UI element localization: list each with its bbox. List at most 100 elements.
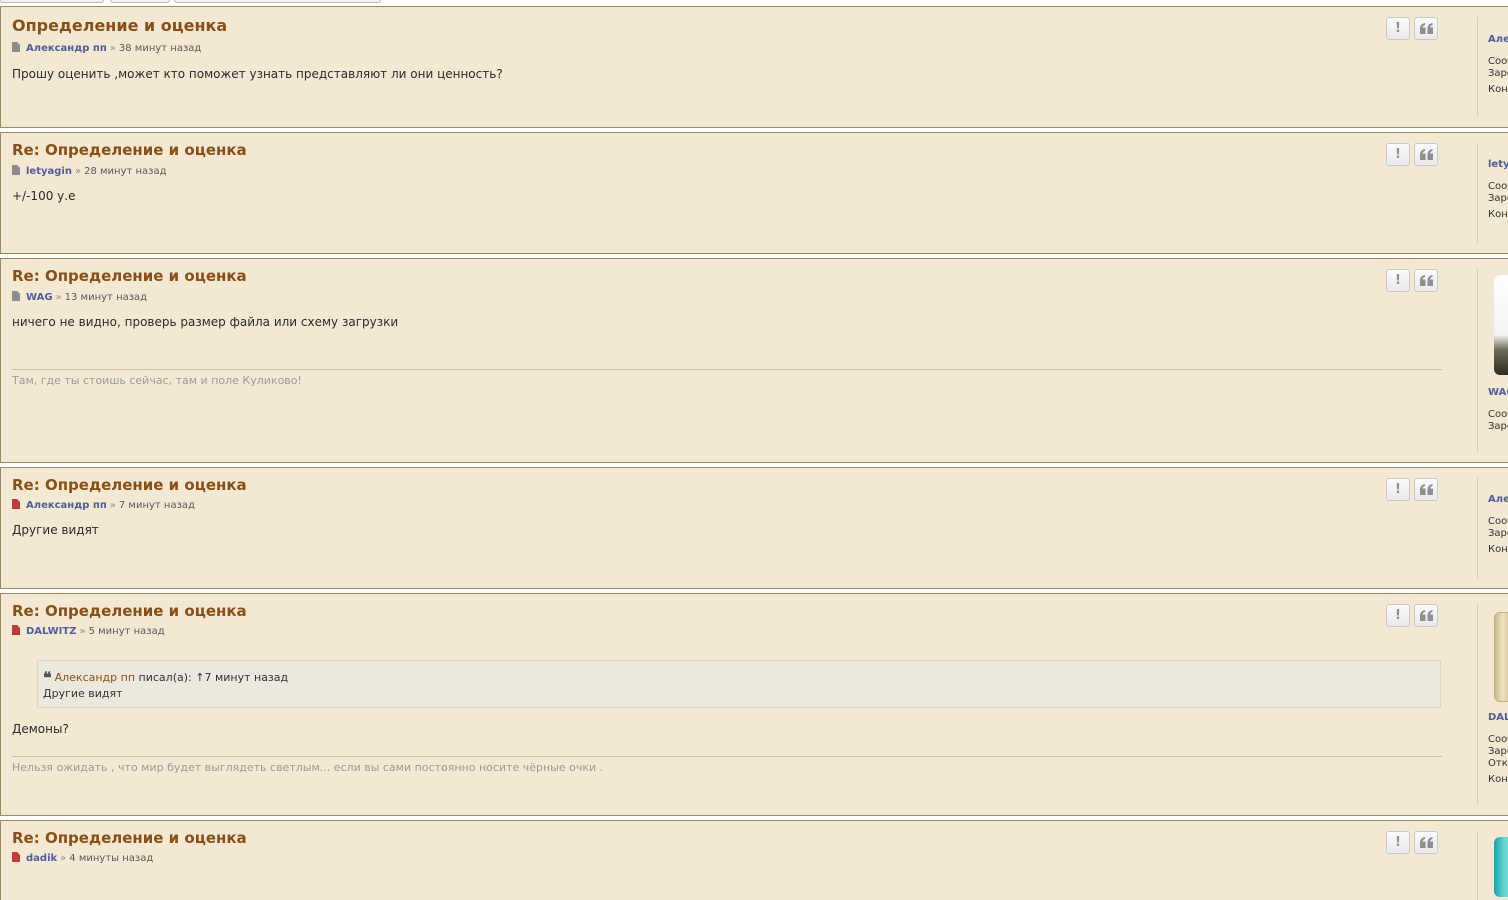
post-content: +/-100 у.е (12, 189, 76, 203)
profile-name[interactable]: DAL (1488, 712, 1508, 723)
post-content: Прошу оценить ,может кто поможет узнать … (12, 67, 503, 81)
post-icon[interactable] (12, 625, 20, 635)
quote-wrote: писал(а): (138, 671, 192, 684)
meta-separator: » (74, 166, 82, 177)
profile-line: Заре (1488, 68, 1508, 79)
post-time: 38 минут назад (118, 43, 202, 54)
profile-line: Конт (1488, 774, 1508, 785)
post-meta: DALWITZ» 5 минут назад (12, 625, 165, 637)
post-author[interactable]: Александр пп (26, 500, 107, 511)
post-profile: Але Сооб Заре Конт (1477, 478, 1508, 578)
toolbar-tab[interactable] (0, 0, 104, 3)
report-button[interactable]: ! (1386, 831, 1410, 854)
post-title[interactable]: Re: Определение и оценка (12, 476, 247, 494)
post-time: 28 минут назад (84, 166, 167, 177)
toolbar-tab[interactable] (174, 0, 381, 3)
meta-separator: » (55, 292, 62, 303)
quote-button[interactable] (1414, 478, 1438, 501)
post-title[interactable]: Re: Определение и оценка (12, 829, 247, 847)
meta-separator: » (60, 853, 67, 864)
signature-divider (12, 756, 1442, 757)
post-icon[interactable] (12, 291, 20, 301)
post-icon[interactable] (12, 499, 20, 509)
post-buttons: ! (1386, 269, 1438, 292)
meta-separator: » (79, 626, 86, 637)
quote-icon (1419, 275, 1433, 286)
post-author[interactable]: Александр пп (26, 43, 107, 54)
post-buttons: ! (1386, 831, 1438, 854)
profile-line: Сооб (1488, 56, 1508, 67)
meta-separator: » (109, 43, 116, 54)
post-title[interactable]: Re: Определение и оценка (12, 141, 247, 159)
report-icon: ! (1395, 835, 1401, 850)
profile-line: Заре (1488, 528, 1508, 539)
quote-header: ❝ Александр пп писал(а): ↑7 минут назад (43, 668, 288, 687)
post-profile: WAG Сооб Заре (1477, 269, 1508, 452)
post-time: 7 минут назад (118, 500, 195, 511)
report-button[interactable]: ! (1386, 143, 1410, 166)
toolbar-tab[interactable] (110, 0, 170, 3)
profile-name[interactable]: lety (1488, 159, 1508, 170)
report-icon: ! (1395, 21, 1401, 36)
post-author[interactable]: DALWITZ (26, 626, 76, 637)
post-title[interactable]: Определение и оценка (12, 16, 227, 35)
post-buttons: ! (1386, 17, 1438, 40)
post-icon[interactable] (12, 165, 20, 175)
quote-button[interactable] (1414, 831, 1438, 854)
quote-block: ❝ Александр пп писал(а): ↑7 минут назад Д… (37, 660, 1441, 708)
profile-line: Сооб (1488, 409, 1508, 420)
post-author[interactable]: WAG (26, 292, 53, 303)
quote-button[interactable] (1414, 604, 1438, 627)
quote-button[interactable] (1414, 17, 1438, 40)
quote-time[interactable]: 7 минут назад (204, 671, 288, 684)
post-content: ничего не видно, проверь размер файла ил… (12, 315, 399, 329)
post-title[interactable]: Re: Определение и оценка (12, 602, 247, 620)
post-meta: WAG» 13 минут назад (12, 291, 147, 303)
post-icon[interactable] (12, 852, 20, 862)
post-title[interactable]: Re: Определение и оценка (12, 267, 247, 285)
post: Re: Определение и оценка WAG» 13 минут на… (0, 258, 1508, 463)
report-icon: ! (1395, 147, 1401, 162)
post-meta: dadik» 4 минуты назад (12, 852, 153, 864)
profile-name[interactable]: Але (1488, 34, 1508, 45)
report-button[interactable]: ! (1386, 478, 1410, 501)
post-buttons: ! (1386, 604, 1438, 627)
report-button[interactable]: ! (1386, 269, 1410, 292)
profile-name[interactable]: WAG (1488, 387, 1508, 398)
post: Определение и оценка Александр пп» 38 мин… (0, 6, 1508, 128)
post: Re: Определение и оценка dadik» 4 минуты … (0, 820, 1508, 900)
quote-author[interactable]: Александр пп (55, 671, 135, 684)
avatar[interactable] (1494, 275, 1508, 375)
quote-button[interactable] (1414, 269, 1438, 292)
post-time: 13 минут назад (64, 292, 148, 303)
post-meta: Александр пп» 7 минут назад (12, 499, 195, 511)
post-profile: Але Сооб Заре Конт (1477, 17, 1508, 117)
post-buttons: ! (1386, 143, 1438, 166)
post-author[interactable]: letyagin (26, 166, 72, 177)
report-button[interactable]: ! (1386, 17, 1410, 40)
post-profile (1477, 831, 1508, 900)
post: Re: Определение и оценка letyagin» 28 мин… (0, 132, 1508, 254)
post-buttons: ! (1386, 478, 1438, 501)
post-profile: DAL Сооб Заре Отку Конт (1477, 604, 1508, 805)
avatar[interactable] (1494, 612, 1508, 702)
profile-line: Сооб (1488, 516, 1508, 527)
report-icon: ! (1395, 273, 1401, 288)
post-icon[interactable] (12, 42, 20, 52)
post-author[interactable]: dadik (26, 853, 57, 864)
avatar[interactable] (1494, 837, 1508, 897)
quote-button[interactable] (1414, 143, 1438, 166)
report-icon: ! (1395, 482, 1401, 497)
post: Re: Определение и оценка Александр пп» 7 … (0, 467, 1508, 589)
profile-line: Заре (1488, 193, 1508, 204)
post-content: Другие видят (12, 523, 99, 537)
quote-mark-icon: ❝ (43, 668, 52, 687)
report-button[interactable]: ! (1386, 604, 1410, 627)
quote-icon (1419, 610, 1433, 621)
profile-line: Отку (1488, 758, 1508, 769)
profile-line: Заре (1488, 746, 1508, 757)
post-signature: Там, где ты стоишь сейчас, там и поле Ку… (12, 374, 302, 387)
quote-icon (1419, 484, 1433, 495)
signature-divider (12, 369, 1442, 370)
profile-name[interactable]: Але (1488, 494, 1508, 505)
